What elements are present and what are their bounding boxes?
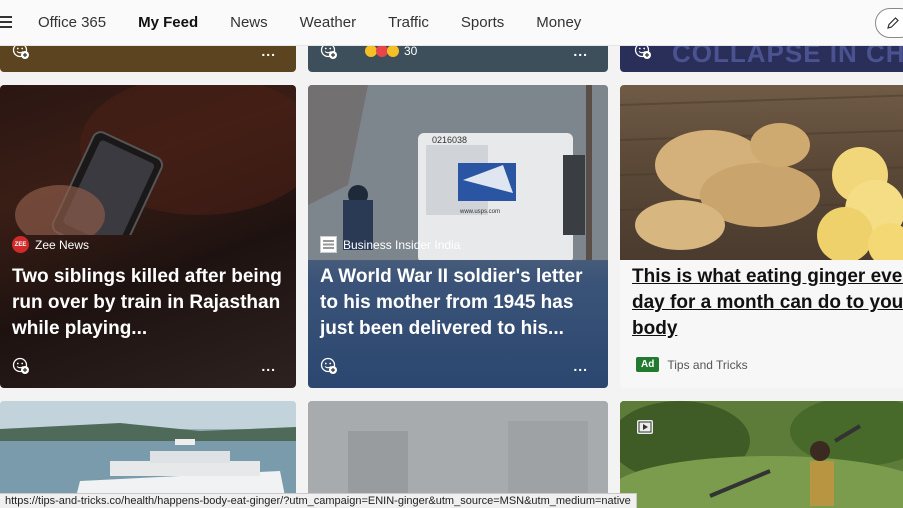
add-reaction-icon[interactable] [12,357,30,375]
status-bar-url: https://tips-and-tricks.co/health/happen… [0,493,637,508]
nav-tab-news[interactable]: News [214,0,284,46]
nav-tab-money[interactable]: Money [520,0,597,46]
truck-number-text: 0216038 [432,135,467,145]
feed-card-ginger-ad[interactable]: This is what eating ginger every day for… [620,85,903,388]
ad-headline-link[interactable]: This is what eating ginger every day for… [632,264,903,342]
card-headline[interactable]: A World War II soldier's letter to his m… [320,264,594,342]
nav-tab-traffic[interactable]: Traffic [372,0,445,46]
video-play-icon [637,420,653,434]
card-image: 0216038 www.usps.com [308,85,608,260]
truck-url-text: www.usps.com [459,209,500,215]
edit-button[interactable] [875,8,903,38]
more-options-icon[interactable]: ... [261,358,276,374]
nav-tabs: Office 365 My Feed News Weather Traffic … [22,0,597,46]
reaction-emoji-icon [365,45,399,57]
reaction-count: 30 [404,44,418,58]
hamburger-menu-icon[interactable] [0,16,12,28]
add-reaction-icon[interactable] [320,357,338,375]
feed-card-cruise[interactable] [0,401,296,508]
ad-badge: Ad [636,357,660,372]
card-image [0,401,296,508]
video-badge [636,418,654,441]
feed-card-zee-news[interactable]: ZEE Zee News Two siblings killed after b… [0,85,296,388]
card-source: Business Insider India [320,236,460,253]
card-image [620,401,903,508]
card-image [620,85,903,260]
source-name: Business Insider India [343,237,461,252]
nav-tab-sports[interactable]: Sports [445,0,520,46]
zee-news-logo: ZEE [12,236,29,253]
top-nav-bar: Office 365 My Feed News Weather Traffic … [0,0,903,46]
ad-source[interactable]: Tips and Tricks [667,358,747,372]
reaction-summary[interactable]: 30 [364,44,417,58]
feed-card-fog[interactable] [308,401,608,508]
business-insider-logo [320,236,337,253]
source-name: Zee News [35,237,90,252]
more-options-icon[interactable]: ... [573,358,588,374]
feed-card-video[interactable] [620,401,903,508]
nav-tab-my-feed[interactable]: My Feed [122,0,214,46]
nav-tab-weather[interactable]: Weather [284,0,372,46]
pencil-icon [887,17,899,29]
ad-attribution: Ad Tips and Tricks [636,357,748,372]
nav-tab-office365[interactable]: Office 365 [22,0,122,46]
card-actions: ... [320,357,588,375]
card-actions: ... [12,357,276,375]
feed-card-business-insider[interactable]: 0216038 www.usps.com Business Insider In… [308,85,608,388]
card-source: ZEE Zee News [12,236,89,253]
card-headline[interactable]: Two siblings killed after being run over… [12,264,282,342]
card-image [308,401,608,508]
card-image [15,85,296,235]
